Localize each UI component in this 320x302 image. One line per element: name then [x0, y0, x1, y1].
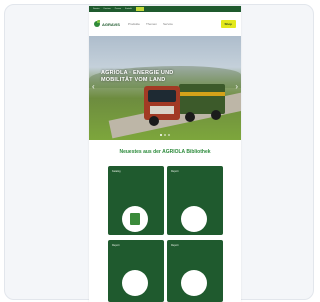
chevron-left-icon[interactable]: ‹	[92, 82, 95, 91]
utility-link[interactable]: Kontakt	[125, 8, 132, 10]
truck-cab	[144, 86, 180, 120]
website-preview: Service Karriere Presse Kontakt AGRAVIS …	[89, 6, 241, 302]
library-tile[interactable]: Report	[167, 166, 223, 235]
shop-button[interactable]: Shop	[220, 20, 236, 28]
nav-menu: Produkte Themen Service	[128, 22, 173, 26]
hero-slider[interactable]: AGRIOLA · ENERGIE UND MOBILITÄT VOM LAND…	[89, 36, 241, 140]
tile-heading: Report	[171, 244, 179, 247]
tile-heading: Report	[112, 244, 120, 247]
nav-item[interactable]: Produkte	[128, 22, 140, 26]
slider-dot[interactable]	[164, 134, 166, 136]
chevron-right-icon[interactable]: ›	[235, 82, 238, 91]
slider-dot[interactable]	[168, 134, 170, 136]
tile-image	[122, 270, 148, 296]
library-tile[interactable]: Report	[108, 240, 164, 302]
tile-heading: Katalog	[112, 170, 121, 173]
nav-item[interactable]: Themen	[146, 22, 157, 26]
utility-link[interactable]: Karriere	[104, 8, 111, 10]
truck-wheel	[185, 112, 195, 122]
slider-dots	[89, 134, 241, 136]
truck-wheel	[149, 116, 159, 126]
nav-item[interactable]: Service	[163, 22, 173, 26]
leaf-icon	[94, 20, 100, 27]
main-navigation: AGRAVIS Produkte Themen Service Shop	[89, 12, 241, 36]
hero-title: AGRIOLA · ENERGIE UND MOBILITÄT VOM LAND	[101, 70, 174, 83]
library-tile[interactable]: Report	[167, 240, 223, 302]
utility-link[interactable]: Service	[93, 8, 100, 10]
document-icon	[122, 206, 148, 232]
utility-link[interactable]: Presse	[115, 8, 121, 10]
tile-image	[181, 206, 207, 232]
library-section-title: Neuestes aus der AGRIOLA Bibliothek	[119, 149, 211, 155]
logo-text: AGRAVIS	[102, 21, 120, 27]
library-tile[interactable]: Katalog	[108, 166, 164, 235]
slider-dot[interactable]	[160, 134, 162, 136]
tile-image	[181, 270, 207, 296]
truck-wheel	[211, 110, 221, 120]
utility-highlight	[135, 7, 144, 11]
tile-heading: Report	[171, 170, 179, 173]
site-logo[interactable]: AGRAVIS	[94, 20, 120, 27]
